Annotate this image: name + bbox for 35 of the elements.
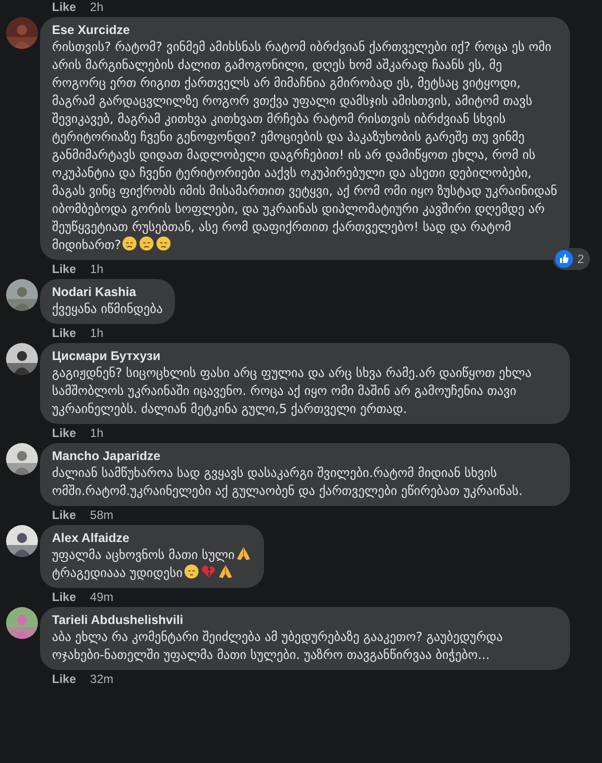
comment-time[interactable]: 2h bbox=[90, 0, 104, 16]
comment-text: გაგიჟდნენ? სიცოცხლის ფასი არც ფულია და არც სხვა რამე.არ დაიწყოთ ეხლა სამშობლოს უკრაინაში იცავენო. როცა აქ იყო ომი მაშინ არ გამოუჩენია თავი უკრაინელებს. ძალიან მეტკინა გული,5 ქართველი ერთად. bbox=[52, 364, 532, 418]
comment-text: ძალიან სამწუხაროა სად გვყავს დასაკარგი შვილები.რატომ მიდიან სხვის ომში.რატომ.უკრაინელები აქ გულაობენ და ქართველები ეწირებათ უკრაინას. bbox=[52, 464, 524, 500]
comment-time[interactable]: 1h bbox=[90, 424, 104, 442]
author-name[interactable]: Nodari Kashia bbox=[52, 284, 163, 300]
thumbs-up-icon bbox=[555, 250, 574, 268]
broken-heart-icon bbox=[200, 564, 216, 579]
comment-text: ქვეყანა იწმინდება bbox=[52, 300, 163, 318]
comment-time[interactable]: 32m bbox=[90, 670, 114, 688]
sleepy-face-icon bbox=[184, 564, 199, 579]
like-link[interactable]: Like bbox=[52, 506, 76, 524]
comment-text: აბა ეხლა რა კომენტარი შეიძლება ამ უბედურებაზე გააკეთო? გაუბედურდა ოჯახები-ნათელში უფალმა მათი სულები. უაზრო თავგანწირვაა ბიჭებო... bbox=[52, 628, 504, 664]
reaction-badge[interactable]: 2 bbox=[553, 248, 590, 270]
like-link[interactable]: Like bbox=[52, 260, 76, 278]
author-name[interactable]: Цисмари Бутхузи bbox=[52, 348, 558, 364]
comment-text: უფალმა აცხოვნოს მათი სული bbox=[52, 546, 252, 564]
crying-face-icon bbox=[122, 236, 138, 251]
author-name[interactable]: Mancho Japaridze bbox=[52, 448, 558, 464]
praying-hands-icon bbox=[218, 564, 233, 579]
sad-face-icon bbox=[139, 236, 154, 251]
author-name[interactable]: Ese Xurcidze bbox=[52, 22, 558, 38]
comment-text: ტრაგედიააა უდიდესი bbox=[52, 564, 252, 582]
like-link[interactable]: Like bbox=[52, 0, 76, 16]
like-link[interactable]: Like bbox=[52, 588, 76, 606]
comment-time[interactable]: 1h bbox=[90, 324, 104, 342]
like-link[interactable]: Like bbox=[52, 324, 76, 342]
author-name[interactable]: Alex Alfaidze bbox=[52, 530, 252, 546]
author-name[interactable]: Tarieli Abdushelishvili bbox=[52, 612, 558, 628]
like-link[interactable]: Like bbox=[52, 424, 76, 442]
comment-time[interactable]: 49m bbox=[90, 588, 114, 606]
sad-face-icon bbox=[156, 236, 172, 251]
like-link[interactable]: Like bbox=[52, 670, 76, 688]
comment-time[interactable]: 58m bbox=[90, 506, 114, 524]
praying-hands-icon bbox=[236, 546, 251, 561]
comment-time[interactable]: 1h bbox=[90, 260, 104, 278]
